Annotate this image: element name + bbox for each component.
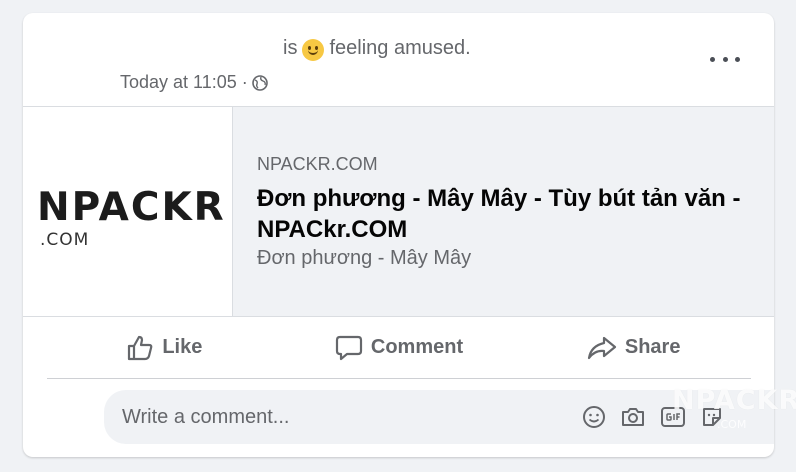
link-meta: NPACKR.COM Đơn phương - Mây Mây - Tùy bú… bbox=[233, 107, 774, 316]
thumbs-up-icon bbox=[128, 335, 153, 360]
link-preview[interactable]: NPACKR .COM NPACKR.COM Đơn phương - Mây … bbox=[23, 106, 774, 317]
camera-icon[interactable] bbox=[620, 405, 646, 429]
share-label: Share bbox=[624, 336, 681, 358]
share-arrow-icon bbox=[587, 336, 616, 359]
link-title[interactable]: Đơn phương - Mây Mây - Tùy bút tản văn -… bbox=[257, 183, 750, 245]
comment-input[interactable] bbox=[104, 390, 582, 444]
npackr-logo: NPACKR bbox=[37, 185, 226, 230]
globe-icon[interactable] bbox=[251, 74, 268, 91]
post-actions: Like Comment Share bbox=[47, 317, 751, 379]
post-status: is feeling amused. bbox=[283, 37, 471, 61]
comment-composer bbox=[104, 390, 774, 444]
comment-label: Comment bbox=[370, 336, 464, 358]
more-options-button[interactable] bbox=[710, 49, 740, 69]
speech-bubble-icon bbox=[335, 335, 362, 360]
status-feeling[interactable]: feeling amused. bbox=[329, 37, 470, 60]
timestamp-text[interactable]: Today at 11:05 · bbox=[120, 72, 248, 93]
sticker-icon[interactable] bbox=[700, 405, 724, 429]
post-header: is feeling amused. Today at 11:05 · bbox=[23, 13, 774, 106]
link-description: Đơn phương - Mây Mây bbox=[257, 247, 472, 269]
link-thumbnail[interactable]: NPACKR .COM bbox=[23, 107, 233, 316]
dot-icon bbox=[710, 56, 715, 62]
gif-icon[interactable] bbox=[660, 405, 686, 429]
post-card: is feeling amused. Today at 11:05 · NPAC… bbox=[23, 13, 774, 457]
link-domain: NPACKR.COM bbox=[257, 154, 378, 174]
dot-icon bbox=[735, 56, 740, 62]
npackr-logo-sub: .COM bbox=[40, 230, 90, 250]
comment-button[interactable]: Comment bbox=[282, 317, 517, 378]
dot-icon bbox=[722, 56, 728, 62]
feeling-emoji-icon bbox=[302, 38, 325, 61]
share-button[interactable]: Share bbox=[516, 317, 751, 378]
emoji-icon[interactable] bbox=[582, 405, 606, 429]
post-timestamp: Today at 11:05 · bbox=[120, 72, 268, 93]
like-label: Like bbox=[162, 336, 203, 358]
like-button[interactable]: Like bbox=[47, 317, 282, 378]
comment-tools bbox=[582, 405, 724, 429]
status-prefix: is bbox=[283, 37, 298, 59]
